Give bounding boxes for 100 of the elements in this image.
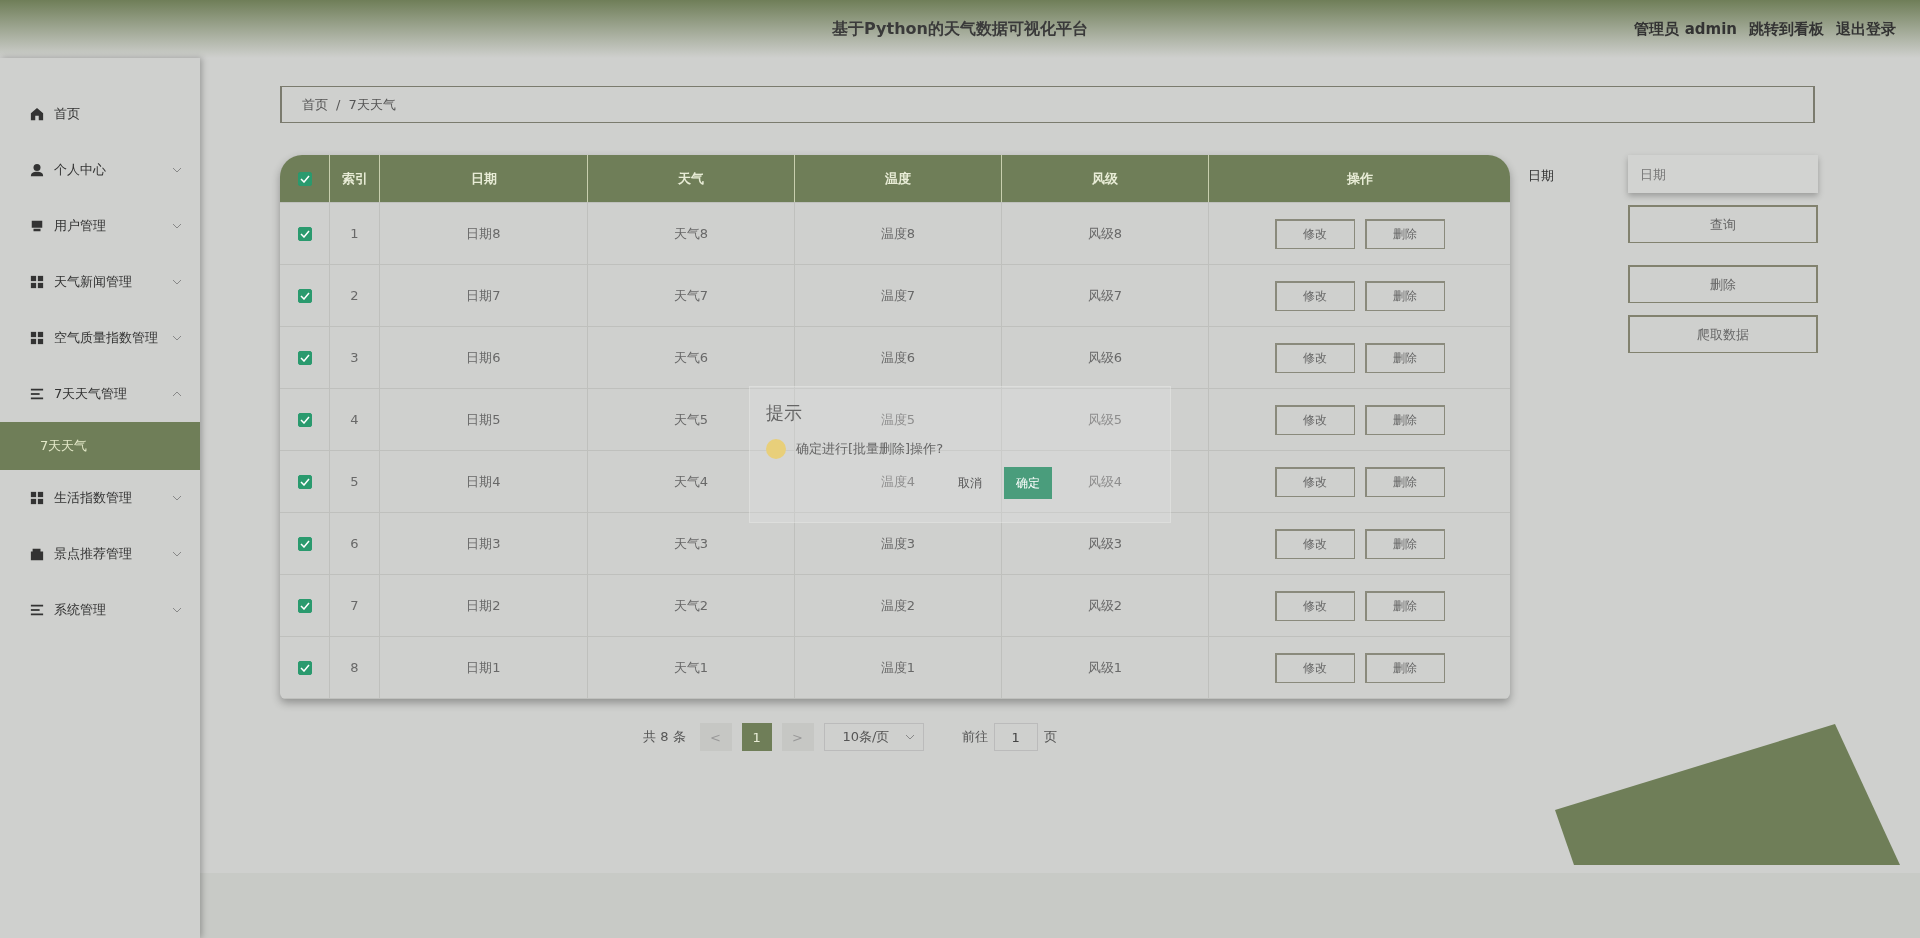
total-count: 共 8 条 (643, 728, 686, 746)
table-cell: 5 (330, 451, 380, 512)
table-cell: 6 (330, 513, 380, 574)
row-checkbox[interactable] (297, 350, 312, 365)
table-cell: 风级8 (1002, 203, 1209, 264)
edit-button[interactable]: 修改 (1274, 466, 1355, 497)
user-label: 管理员 admin (1634, 20, 1737, 39)
table-cell: 温度8 (795, 203, 1002, 264)
breadcrumb-item[interactable]: 首页 (302, 95, 328, 114)
row-checkbox[interactable] (297, 536, 312, 551)
edit-button[interactable]: 修改 (1274, 528, 1355, 559)
delete-button[interactable]: 删除 (1364, 528, 1445, 559)
sidebar-item[interactable]: 首页 (0, 86, 200, 142)
breadcrumb-separator: / (336, 97, 341, 112)
sidebar-item[interactable]: 个人中心 (0, 142, 200, 198)
table-cell: 8 (330, 637, 380, 698)
goto-label: 前往 (961, 728, 988, 746)
delete-button[interactable]: 删除 (1364, 466, 1445, 497)
table-cell: 日期6 (380, 327, 588, 388)
grid-icon (30, 331, 44, 345)
sidebar-item[interactable]: 7天天气管理 (0, 366, 200, 422)
table-cell: 日期7 (380, 265, 588, 326)
table-cell: 温度3 (795, 513, 1002, 574)
sidebar-item[interactable]: 景点推荐管理 (0, 526, 200, 582)
table-cell: 温度6 (795, 327, 1002, 388)
delete-button[interactable]: 删除 (1364, 218, 1445, 249)
table-cell: 1 (330, 203, 380, 264)
row-checkbox[interactable] (297, 288, 312, 303)
table-cell: 天气6 (588, 327, 795, 388)
breadcrumb-item[interactable]: 7天天气 (348, 95, 396, 114)
app-title: 基于Python的天气数据可视化平台 (832, 18, 1088, 40)
edit-button[interactable]: 修改 (1274, 404, 1355, 435)
row-checkbox[interactable] (297, 226, 312, 241)
sidebar-item[interactable]: 生活指数管理 (0, 470, 200, 526)
table-cell: 温度7 (795, 265, 1002, 326)
sidebar-item[interactable]: 天气新闻管理 (0, 254, 200, 310)
delete-button[interactable]: 删除 (1364, 652, 1445, 683)
edit-button[interactable]: 修改 (1274, 652, 1355, 683)
home-icon (30, 107, 44, 121)
table-cell: 风级6 (1002, 327, 1209, 388)
page-size-select[interactable]: 10条/页 (823, 723, 924, 751)
chevron-icon (904, 734, 915, 740)
table-cell: 风级7 (1002, 265, 1209, 326)
warning-icon (766, 439, 786, 459)
search-button[interactable]: 查询 (1628, 205, 1818, 243)
list-icon (30, 603, 44, 617)
page-suffix: 页 (1043, 728, 1057, 746)
header-link[interactable]: 退出登录 (1836, 20, 1896, 39)
table-cell: 日期3 (380, 513, 588, 574)
table-cell: 天气7 (588, 265, 795, 326)
delete-button[interactable]: 删除 (1364, 280, 1445, 311)
column-header: 天气 (588, 155, 795, 202)
column-header: 操作 (1345, 169, 1374, 188)
delete-button[interactable]: 删除 (1364, 404, 1445, 435)
edit-button[interactable]: 修改 (1274, 342, 1355, 373)
confirm-button[interactable]: 确定 (1004, 467, 1052, 499)
header-link[interactable]: 跳转到看板 (1749, 20, 1824, 39)
table-cell: 日期5 (380, 389, 588, 450)
edit-button[interactable]: 修改 (1274, 280, 1355, 311)
row-checkbox[interactable] (297, 474, 312, 489)
delete-button[interactable]: 删除 (1364, 590, 1445, 621)
edit-button[interactable]: 修改 (1274, 590, 1355, 621)
dialog-message: 确定进行[批量删除]操作? (796, 440, 944, 458)
sidebar-item[interactable]: 用户管理 (0, 198, 200, 254)
table-cell: 风级1 (1002, 637, 1209, 698)
table-cell: 日期4 (380, 451, 588, 512)
table-cell: 天气8 (588, 203, 795, 264)
select-all-checkbox[interactable] (297, 171, 312, 186)
goto-input[interactable]: 1 (993, 723, 1038, 751)
delete-button[interactable]: 删除 (1364, 342, 1445, 373)
table-cell: 2 (330, 265, 380, 326)
search-label: 日期 (1528, 167, 1555, 185)
column-header: 日期 (380, 155, 588, 202)
table-cell: 天气3 (588, 513, 795, 574)
crawl-data-button[interactable]: 爬取数据 (1628, 315, 1818, 353)
table-cell: 日期2 (380, 575, 588, 636)
list-icon (30, 387, 44, 401)
date-search-field[interactable]: 日期 (1628, 155, 1818, 193)
table-cell: 风级3 (1002, 513, 1209, 574)
row-checkbox[interactable] (297, 598, 312, 613)
table-cell: 日期8 (380, 203, 588, 264)
table-cell: 4 (330, 389, 380, 450)
column-header: 索引 (330, 155, 380, 202)
table-cell: 3 (330, 327, 380, 388)
table-cell: 天气1 (588, 637, 795, 698)
wallet-icon (30, 547, 44, 561)
row-checkbox[interactable] (297, 660, 312, 675)
row-checkbox[interactable] (297, 412, 312, 427)
page-button[interactable]: 1 (741, 723, 772, 751)
table-cell: 温度2 (795, 575, 1002, 636)
sidebar-item[interactable]: 空气质量指数管理 (0, 310, 200, 366)
grid-icon (30, 275, 44, 289)
edit-button[interactable]: 修改 (1274, 218, 1355, 249)
column-header: 温度 (795, 155, 1002, 202)
table-cell: 日期1 (380, 637, 588, 698)
delete-button[interactable]: 删除 (1628, 265, 1818, 303)
column-header: 风级 (1002, 155, 1209, 202)
sidebar-subitem[interactable]: 7天天气 (0, 422, 200, 470)
cancel-button[interactable]: 取消 (946, 467, 994, 499)
sidebar-item[interactable]: 系统管理 (0, 582, 200, 638)
